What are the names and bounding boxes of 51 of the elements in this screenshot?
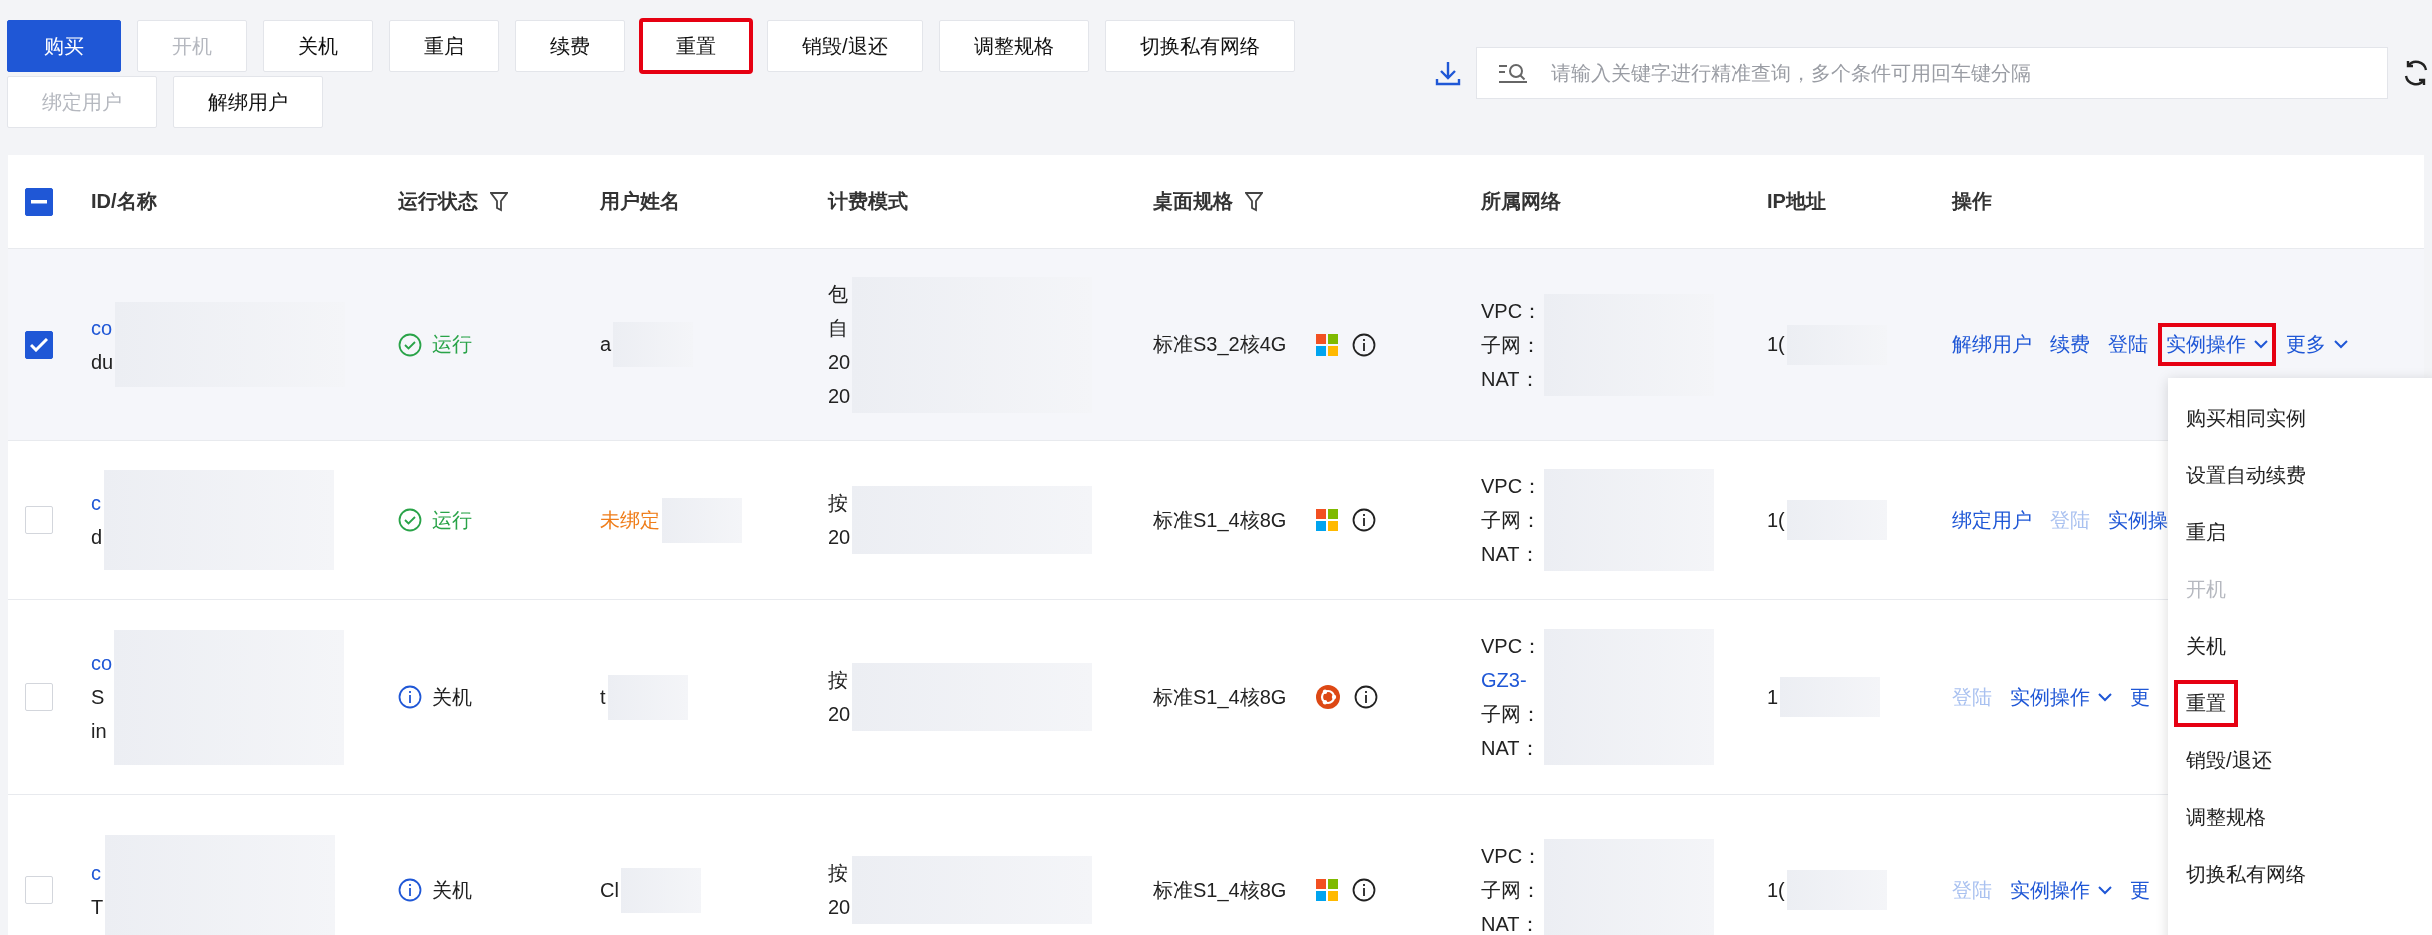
instance-name: T — [91, 895, 104, 920]
status-label: 运行 — [398, 331, 472, 358]
ip-text: 1 — [1767, 685, 1779, 709]
billing-text: 20 — [828, 702, 851, 727]
network-label: VPC： — [1481, 634, 1543, 659]
spec-text: 标准S1_4核8G — [1153, 877, 1287, 904]
billing-text: 20 — [828, 895, 851, 920]
ip-text: 1( — [1767, 333, 1785, 356]
column-header: 操作 — [1952, 189, 1992, 214]
column-header: 用户姓名 — [600, 189, 680, 214]
instance-name: in — [91, 719, 108, 744]
billing-text: 20 — [828, 383, 851, 409]
billing-text: 按 — [828, 861, 849, 886]
network-label: 子网： — [1481, 508, 1542, 533]
billing-text: 20 — [828, 349, 851, 375]
network-label: NAT： — [1481, 912, 1541, 935]
ip-text: 1( — [1767, 508, 1785, 532]
instance-name: du — [91, 349, 114, 375]
user-name: Cl — [600, 878, 619, 902]
billing-text: 自 — [828, 315, 849, 341]
column-header: 所属网络 — [1481, 189, 1561, 214]
billing-text: 按 — [828, 491, 849, 516]
billing-text: 按 — [828, 668, 849, 693]
network-label: NAT： — [1481, 736, 1541, 761]
user-name: 未绑定 — [600, 507, 660, 533]
network-label: VPC： — [1481, 298, 1543, 324]
spec-text: 标准S3_2核4G — [1153, 332, 1287, 358]
billing-text: 20 — [828, 525, 851, 550]
network-label: VPC： — [1481, 844, 1543, 869]
column-header: ID/名称 — [91, 189, 157, 214]
column-header: 运行状态 — [398, 189, 478, 214]
instance-name: S — [91, 685, 106, 710]
network-label: 子网： — [1481, 878, 1542, 903]
status-label: 关机 — [398, 876, 472, 904]
status-label: 关机 — [398, 683, 472, 711]
status-label: 运行 — [398, 506, 472, 534]
user-name: a — [600, 333, 612, 356]
column-header: IP地址 — [1767, 189, 1826, 214]
ip-text: 1( — [1767, 878, 1785, 902]
instance-name: d — [91, 525, 103, 550]
spec-text: 标准S1_4核8G — [1153, 507, 1287, 534]
column-header: 计费模式 — [828, 189, 908, 214]
column-header: 桌面规格 — [1153, 189, 1233, 214]
network-label: VPC： — [1481, 474, 1543, 499]
user-name: t — [600, 685, 606, 709]
network-label: NAT： — [1481, 366, 1541, 392]
network-label: 子网： — [1481, 702, 1542, 727]
network-label: 子网： — [1481, 332, 1542, 358]
spec-text: 标准S1_4核8G — [1153, 684, 1287, 711]
network-label: NAT： — [1481, 542, 1541, 567]
billing-text: 包 — [828, 281, 849, 307]
